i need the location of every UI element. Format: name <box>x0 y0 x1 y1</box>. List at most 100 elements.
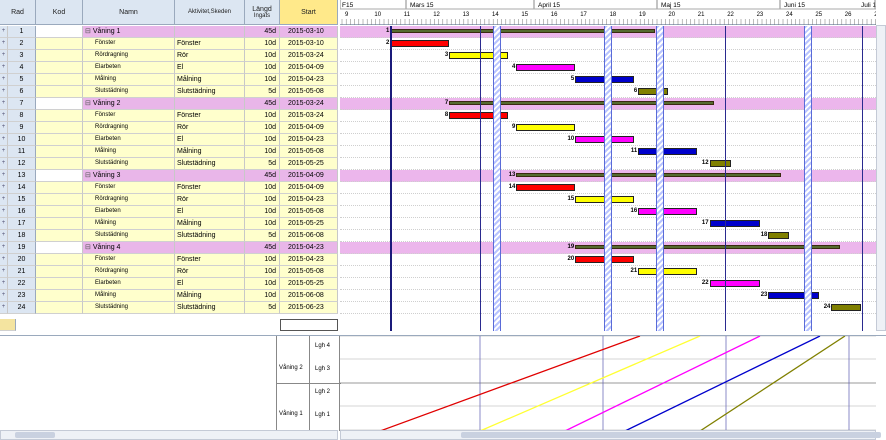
row-start-date[interactable]: 2015-03-24 <box>280 50 338 62</box>
task-bar[interactable] <box>709 160 731 167</box>
row-code[interactable] <box>36 62 83 74</box>
row-start-date[interactable]: 2015-05-25 <box>280 158 338 170</box>
summary-bar[interactable] <box>449 101 714 105</box>
row-number[interactable]: 22 <box>8 278 36 290</box>
task-bar[interactable] <box>449 112 508 119</box>
row-length[interactable]: 10d <box>245 62 280 74</box>
row-expand-icon[interactable]: + <box>0 122 8 134</box>
row-name[interactable]: Rördragning <box>83 194 175 206</box>
table-row[interactable]: +1 ⊟ Våning 1 45d 2015-03-10 <box>0 26 338 38</box>
table-row[interactable]: +5 Målning Målning 10d 2015-04-23 <box>0 74 338 86</box>
row-start-date[interactable]: 2015-04-09 <box>280 182 338 194</box>
task-bar[interactable] <box>831 304 861 311</box>
row-name[interactable]: Målning <box>83 218 175 230</box>
row-length[interactable]: 10d <box>245 266 280 278</box>
row-length[interactable]: 10d <box>245 218 280 230</box>
table-row[interactable]: +19 ⊟ Våning 4 45d 2015-04-23 <box>0 242 338 254</box>
row-activity[interactable]: Fönster <box>175 110 245 122</box>
row-activity[interactable]: El <box>175 62 245 74</box>
row-activity[interactable]: El <box>175 134 245 146</box>
row-number[interactable]: 16 <box>8 206 36 218</box>
row-activity[interactable] <box>175 26 245 38</box>
row-start-date[interactable]: 2015-05-08 <box>280 86 338 98</box>
task-bar[interactable] <box>638 268 697 275</box>
row-length[interactable]: 10d <box>245 206 280 218</box>
table-vertical-scrollbar[interactable] <box>876 25 886 331</box>
row-expand-icon[interactable]: + <box>0 266 8 278</box>
row-activity[interactable] <box>175 98 245 110</box>
row-name[interactable]: Fönster <box>83 182 175 194</box>
row-activity[interactable]: Slutstädning <box>175 230 245 242</box>
task-bar[interactable] <box>638 88 668 95</box>
row-activity[interactable]: Målning <box>175 218 245 230</box>
row-activity[interactable]: Rör <box>175 266 245 278</box>
task-bar[interactable] <box>709 220 760 227</box>
table-horizontal-scrollbar[interactable] <box>0 430 338 440</box>
row-expand-icon[interactable]: + <box>0 182 8 194</box>
row-expand-icon[interactable]: + <box>0 86 8 98</box>
row-expand-icon[interactable]: + <box>0 158 8 170</box>
row-start-date[interactable]: 2015-03-24 <box>280 98 338 110</box>
task-bar[interactable] <box>575 196 634 203</box>
row-number[interactable]: 11 <box>8 146 36 158</box>
row-number[interactable]: 1 <box>8 26 36 38</box>
row-code[interactable] <box>36 170 83 182</box>
row-code[interactable] <box>36 26 83 38</box>
row-number[interactable]: 13 <box>8 170 36 182</box>
row-expand-icon[interactable]: + <box>0 302 8 314</box>
row-expand-icon[interactable]: + <box>0 146 8 158</box>
row-expand-icon[interactable]: + <box>0 206 8 218</box>
task-bar[interactable] <box>390 40 450 47</box>
row-length[interactable]: 10d <box>245 74 280 86</box>
row-number[interactable]: 10 <box>8 134 36 146</box>
row-start-date[interactable]: 2015-04-09 <box>280 62 338 74</box>
table-row[interactable]: +7 ⊟ Våning 2 45d 2015-03-24 <box>0 98 338 110</box>
row-number[interactable]: 9 <box>8 122 36 134</box>
row-activity[interactable]: Rör <box>175 122 245 134</box>
row-length[interactable]: 5d <box>245 230 280 242</box>
row-code[interactable] <box>36 122 83 134</box>
row-start-date[interactable]: 2015-04-09 <box>280 170 338 182</box>
row-length[interactable]: 10d <box>245 38 280 50</box>
table-row[interactable]: +2 Fönster Fönster 10d 2015-03-10 <box>0 38 338 50</box>
row-start-date[interactable]: 2015-05-08 <box>280 206 338 218</box>
table-row[interactable]: +17 Målning Målning 10d 2015-05-25 <box>0 218 338 230</box>
row-start-date[interactable]: 2015-06-08 <box>280 230 338 242</box>
row-expand-icon[interactable]: + <box>0 290 8 302</box>
row-name[interactable]: Elarbeten <box>83 134 175 146</box>
row-length[interactable]: 5d <box>245 158 280 170</box>
table-row[interactable]: +4 Elarbeten El 10d 2015-04-09 <box>0 62 338 74</box>
row-name[interactable]: Rördragning <box>83 266 175 278</box>
row-number[interactable]: 7 <box>8 98 36 110</box>
task-bar[interactable] <box>768 292 819 299</box>
table-row[interactable]: +21 Rördragning Rör 10d 2015-05-08 <box>0 266 338 278</box>
row-length[interactable]: 45d <box>245 242 280 254</box>
row-number[interactable]: 23 <box>8 290 36 302</box>
table-row[interactable]: +20 Fönster Fönster 10d 2015-04-23 <box>0 254 338 266</box>
row-start-date[interactable]: 2015-04-23 <box>280 242 338 254</box>
row-activity[interactable]: El <box>175 278 245 290</box>
table-row[interactable]: +22 Elarbeten El 10d 2015-05-25 <box>0 278 338 290</box>
table-row[interactable]: +16 Elarbeten El 10d 2015-05-08 <box>0 206 338 218</box>
row-number[interactable]: 15 <box>8 194 36 206</box>
task-bar[interactable] <box>516 184 576 191</box>
row-start-date[interactable]: 2015-05-08 <box>280 266 338 278</box>
row-code[interactable] <box>36 86 83 98</box>
table-row[interactable]: +3 Rördragning Rör 10d 2015-03-24 <box>0 50 338 62</box>
row-number[interactable]: 21 <box>8 266 36 278</box>
collapse-icon[interactable]: ⊟ <box>85 172 93 179</box>
row-activity[interactable]: Slutstädning <box>175 86 245 98</box>
row-activity[interactable]: Rör <box>175 50 245 62</box>
row-activity[interactable] <box>175 242 245 254</box>
table-row[interactable]: +23 Målning Målning 10d 2015-06-08 <box>0 290 338 302</box>
row-activity[interactable]: Slutstädning <box>175 158 245 170</box>
col-header-rad[interactable]: Rad <box>0 0 36 25</box>
table-row[interactable]: +10 Elarbeten El 10d 2015-04-23 <box>0 134 338 146</box>
row-expand-icon[interactable]: + <box>0 254 8 266</box>
row-code[interactable] <box>36 302 83 314</box>
row-expand-icon[interactable]: + <box>0 50 8 62</box>
row-start-date[interactable]: 2015-03-10 <box>280 26 338 38</box>
row-number[interactable]: 6 <box>8 86 36 98</box>
row-length[interactable]: 10d <box>245 290 280 302</box>
col-header-langd[interactable]: Längd Ingats <box>245 0 280 25</box>
